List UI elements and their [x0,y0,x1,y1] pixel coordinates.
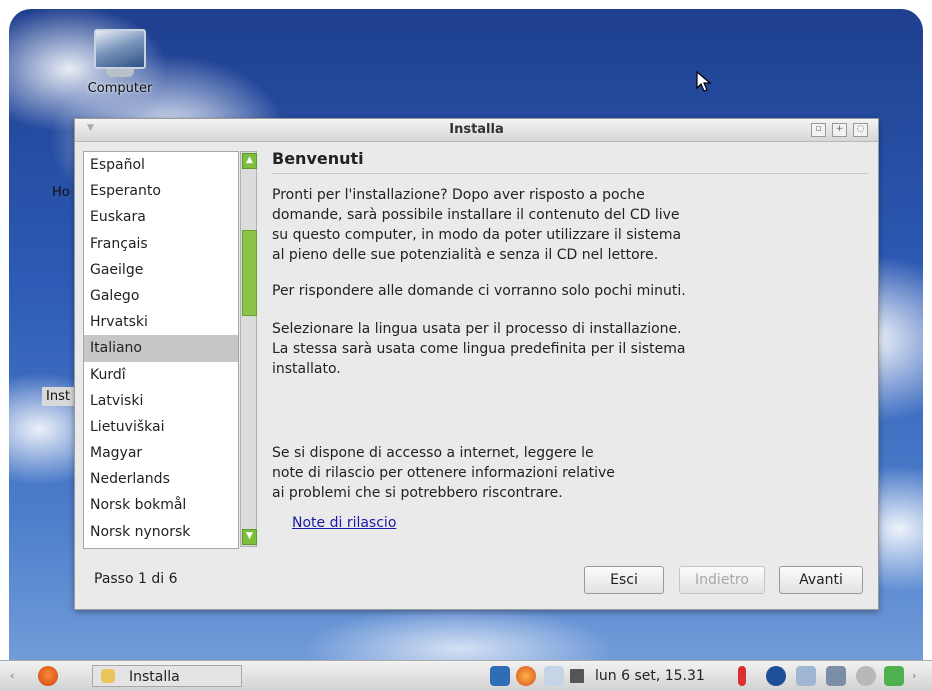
desktop-icon-computer[interactable]: Computer [75,29,165,96]
language-item[interactable]: Hrvatski [84,309,238,335]
desktop-icon-home-label[interactable]: Ho [52,185,70,200]
restore-icon[interactable]: ▫ [811,123,826,137]
scrollbar-thumb[interactable] [242,230,257,316]
step-indicator: Passo 1 di 6 [94,571,178,587]
back-button[interactable]: Indietro [679,566,765,594]
language-item[interactable]: Español [84,152,238,178]
forward-button[interactable]: Avanti [779,566,863,594]
language-item[interactable]: Esperanto [84,178,238,204]
trash-icon[interactable] [884,666,904,686]
mouse-cursor-icon [696,71,712,92]
window-titlebar[interactable]: ▼ Installa ▫ + ◌ [75,119,878,142]
scroll-up-icon[interactable]: ▲ [242,153,257,169]
maximize-icon[interactable]: + [832,123,847,137]
volume-icon[interactable] [856,666,876,686]
release-notes-text: Se si dispone di accesso a internet, leg… [272,445,615,501]
clipboard-icon[interactable] [796,666,816,686]
network-icon[interactable] [766,666,786,686]
clock[interactable]: lun 6 set, 15.31 [595,665,705,687]
installer-window: ▼ Installa ▫ + ◌ Español Esperanto Euska… [74,118,879,610]
language-item[interactable]: Norsk bokmål [84,492,238,518]
language-item[interactable]: Magyar [84,440,238,466]
taskbar-scroll-left-icon[interactable]: ‹ [10,665,14,687]
skype-icon[interactable] [490,666,510,686]
release-notes-link[interactable]: Note di rilascio [292,515,396,531]
battery-icon[interactable] [738,666,746,686]
desktop-icon-install-label[interactable]: Inst [42,387,74,406]
language-item[interactable]: Latviski [84,388,238,414]
language-list-scrollbar[interactable]: ▲ ▼ [240,151,257,547]
language-item[interactable]: Lietuviškai [84,414,238,440]
taskbar-scroll-right-icon[interactable]: › [912,665,916,687]
taskbar: ‹ Installa lun 6 set, 15.31 › [0,660,932,691]
language-item[interactable]: Français [84,231,238,257]
language-item[interactable]: Gaeilge [84,257,238,283]
scroll-down-icon[interactable]: ▼ [242,529,257,545]
language-item-selected[interactable]: Italiano [84,335,238,362]
welcome-panel: Benvenuti Pronti per l'installazione? Do… [272,149,868,531]
page-title: Benvenuti [272,149,868,174]
menu-launcher-icon[interactable] [38,666,58,686]
intro-text: Pronti per l'installazione? Dopo aver ri… [272,187,682,263]
taskbar-task-label: Installa [129,669,180,685]
language-instruction-text: Selezionare la lingua usata per il proce… [272,321,686,377]
power-icon[interactable]: ◌ [853,123,868,137]
language-item[interactable]: Norsk nynorsk [84,519,238,545]
installer-icon [101,669,115,683]
editor-icon[interactable] [544,666,564,686]
windows-icon[interactable] [826,666,846,686]
display-icon[interactable] [570,669,584,683]
language-item[interactable]: Kurdî [84,362,238,388]
firefox-icon[interactable] [516,666,536,686]
desktop-icon-label: Computer [87,81,153,96]
language-item[interactable]: Nederlands [84,466,238,492]
window-title: Installa [449,122,504,137]
language-item[interactable]: Euskara [84,204,238,230]
language-list[interactable]: Español Esperanto Euskara Français Gaeil… [83,151,239,549]
quit-button[interactable]: Esci [584,566,664,594]
language-item[interactable]: Galego [84,283,238,309]
computer-icon [75,29,165,77]
time-text: Per rispondere alle domande ci vorranno … [272,283,686,299]
